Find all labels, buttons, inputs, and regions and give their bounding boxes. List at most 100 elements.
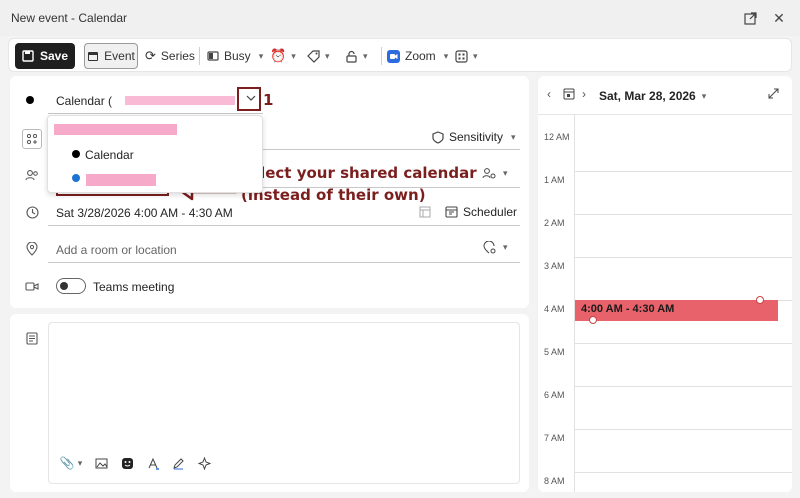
sticker-icon[interactable] (119, 455, 135, 471)
save-icon (22, 50, 34, 62)
event-button[interactable]: Event (84, 43, 138, 69)
clock-icon (24, 204, 40, 220)
save-label: Save (39, 49, 69, 63)
date-picker[interactable]: Sat, Mar 28, 2026 ▾ (599, 89, 706, 103)
format-text-icon[interactable] (145, 455, 161, 471)
chevron-down-icon: ▾ (511, 131, 516, 142)
resize-handle-bottom[interactable] (589, 316, 597, 324)
toolbar-divider (199, 47, 200, 65)
draw-pen-icon[interactable] (170, 455, 186, 471)
scheduler-icon (445, 206, 458, 218)
reminder-dropdown[interactable]: ⏰ ▾ (270, 43, 296, 69)
hour-label: 5 AM (544, 347, 565, 357)
annotation-note-line1: select your shared calendar (241, 164, 477, 182)
shield-icon (432, 130, 444, 144)
calendar-dropdown-menu: Calendar (47, 115, 263, 193)
calendar-underline (48, 113, 263, 114)
hour-gridline (574, 386, 792, 387)
day-view-panel: ‹ › Sat, Mar 28, 2026 ▾ 12 AM 1 AM 2 AM 3 A… (538, 76, 792, 492)
event-time-label: 4:00 AM - 4:30 AM (581, 303, 675, 315)
event-block[interactable]: 4:00 AM - 4:30 AM (575, 300, 778, 321)
busy-label: Busy (224, 49, 251, 63)
calendar-grid-icon[interactable] (419, 206, 431, 218)
redacted-calendar-name (125, 96, 235, 105)
room-finder-icon (483, 241, 496, 254)
location-underline (48, 262, 520, 263)
dropdown-header-redacted (54, 124, 177, 135)
category-icon[interactable] (22, 129, 42, 149)
expand-icon[interactable] (768, 88, 779, 99)
calendar-icon (88, 52, 99, 61)
close-icon[interactable]: ✕ (768, 8, 790, 28)
category-dropdown[interactable]: ▾ (307, 43, 330, 69)
chevron-down-icon: ▾ (503, 167, 508, 178)
notes-icon (24, 330, 40, 346)
hour-label: 7 AM (544, 433, 565, 443)
hour-label: 1 AM (544, 175, 565, 185)
hour-gridline (574, 214, 792, 215)
clear-format-icon[interactable] (196, 455, 212, 471)
event-datetime[interactable]: Sat 3/28/2026 4:00 AM - 4:30 AM (56, 206, 233, 220)
image-icon[interactable] (93, 455, 109, 471)
zoom-label: Zoom (405, 49, 436, 63)
sensitivity-label: Sensitivity (449, 130, 504, 144)
scheduler-button[interactable]: Scheduler (445, 205, 517, 219)
chevron-left-icon[interactable]: ‹ (547, 87, 551, 101)
toggle-knob (60, 282, 68, 290)
hour-gridline (574, 472, 792, 473)
repeat-icon: ⟳ (145, 48, 156, 63)
chevron-down-icon: ▾ (503, 242, 508, 252)
location-pin-icon (24, 241, 40, 257)
toolbar-divider (381, 47, 382, 65)
apps-dropdown[interactable]: ▾ (455, 43, 478, 69)
location-input[interactable]: Add a room or location (56, 243, 177, 257)
dropdown-item-calendar[interactable]: Calendar (85, 148, 134, 162)
series-button[interactable]: ⟳ Series (145, 43, 195, 69)
window-title: New event - Calendar (11, 11, 128, 25)
chevron-down-icon: ▾ (443, 50, 449, 61)
dropdown-item-shared-calendar[interactable] (86, 174, 156, 186)
series-label: Series (160, 49, 195, 63)
hour-label: 6 AM (544, 390, 565, 400)
zoom-dropdown[interactable]: Zoom ▾ (387, 43, 448, 69)
hour-label: 12 AM (544, 132, 570, 142)
people-settings-icon (482, 168, 496, 179)
chevron-down-icon: ▾ (258, 50, 264, 61)
resize-handle-top[interactable] (756, 296, 764, 304)
hour-gridline (574, 171, 792, 172)
alarm-icon: ⏰ (270, 48, 287, 63)
calendar-color-dot (26, 96, 34, 104)
hour-gridline (574, 343, 792, 344)
annotation-step-1: 1 (263, 91, 274, 109)
hour-label: 2 AM (544, 218, 565, 228)
chevron-down-icon: ▾ (291, 50, 296, 61)
chevron-down-icon: ▾ (363, 50, 368, 61)
annotation-box-1 (237, 87, 261, 111)
today-icon[interactable] (563, 88, 575, 100)
save-button[interactable]: Save (15, 43, 75, 69)
teams-meeting-toggle[interactable] (56, 278, 86, 294)
attach-icon[interactable]: 📎 ▾ (60, 455, 82, 471)
apps-icon (455, 49, 468, 63)
hour-label: 8 AM (544, 476, 565, 486)
event-label: Event (104, 49, 135, 63)
event-body-panel: 📎 ▾ (10, 314, 529, 492)
busy-dropdown[interactable]: Busy ▾ (207, 43, 263, 69)
chevron-down-icon: ▾ (701, 90, 707, 101)
pop-out-icon[interactable] (739, 8, 761, 28)
privacy-dropdown[interactable]: ▾ (345, 43, 368, 69)
annotation-note-line2: (instead of their own) (241, 186, 426, 204)
attendee-options[interactable]: ▾ (482, 167, 508, 179)
lock-icon (346, 50, 357, 63)
video-camera-icon (24, 278, 40, 294)
chevron-down-icon: ▾ (473, 50, 478, 61)
hour-label: 4 AM (544, 304, 565, 314)
zoom-icon (387, 49, 400, 63)
sensitivity-dropdown[interactable]: Sensitivity ▾ (432, 130, 516, 144)
calendar-selector-label[interactable]: Calendar ( (56, 94, 112, 108)
current-date: Sat, Mar 28, 2026 (599, 89, 696, 103)
chevron-down-icon: ▾ (325, 50, 330, 61)
hour-gridline (574, 257, 792, 258)
chevron-right-icon[interactable]: › (582, 87, 586, 101)
room-finder-button[interactable]: ▾ (483, 241, 508, 254)
